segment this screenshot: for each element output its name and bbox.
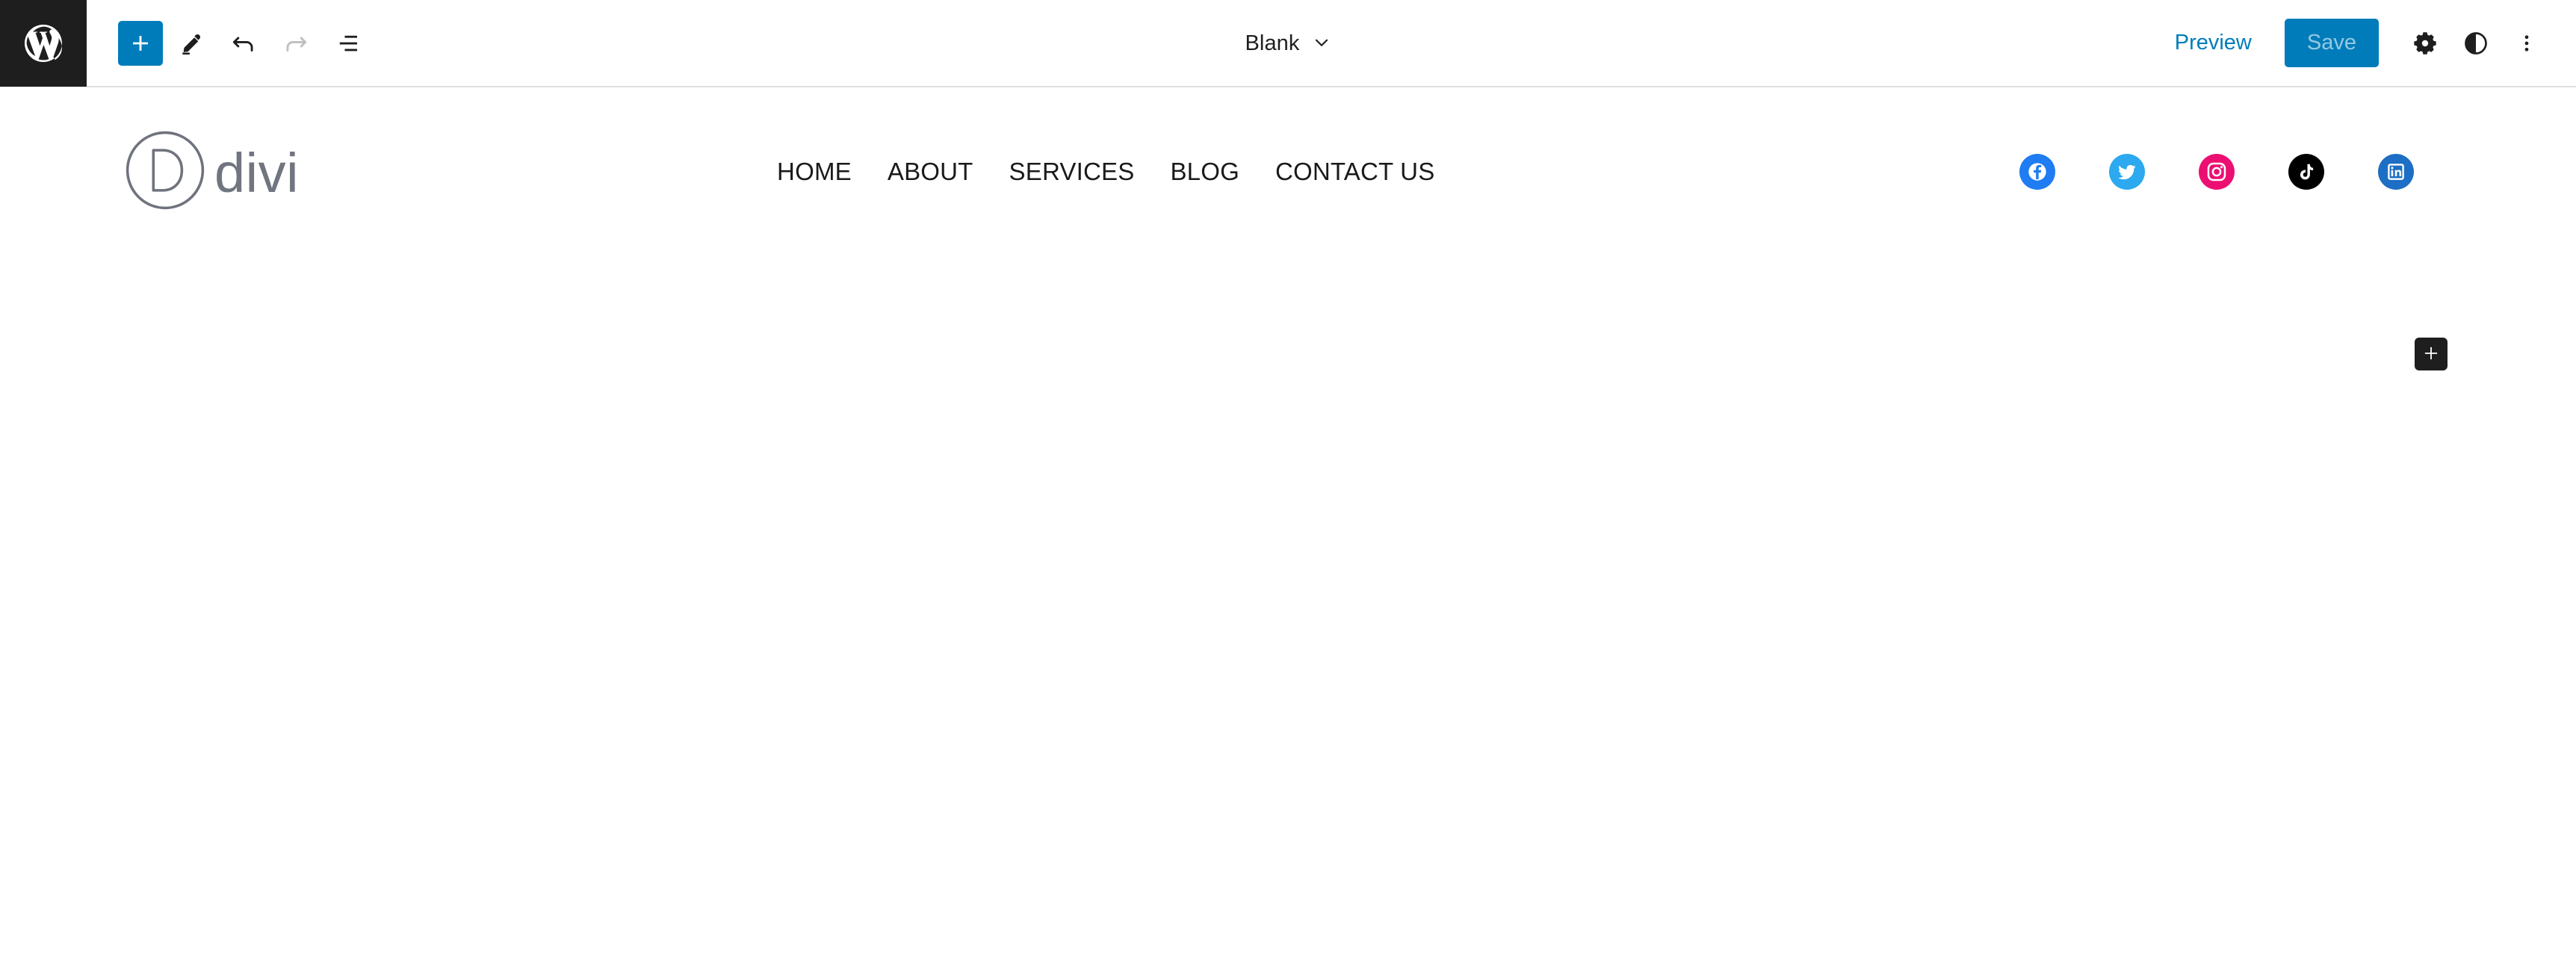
options-menu-button[interactable] — [2503, 19, 2551, 67]
document-title-text: Blank — [1245, 31, 1300, 55]
redo-button[interactable] — [272, 19, 320, 67]
social-link-twitter[interactable] — [2109, 154, 2145, 190]
kebab-menu-icon — [2515, 32, 2538, 55]
social-link-facebook[interactable] — [2019, 154, 2055, 190]
nav-item-about[interactable]: ABOUT — [870, 158, 991, 186]
pencil-icon — [178, 30, 205, 57]
editor-top-bar: Blank Preview Save — [0, 0, 2576, 87]
tools-edit-button[interactable] — [167, 19, 215, 67]
divi-circle-d-icon — [123, 128, 207, 216]
list-view-icon — [335, 30, 362, 57]
editor-canvas: divi HOME ABOUT SERVICES BLOG CONTACT US — [0, 87, 2576, 962]
undo-icon — [229, 29, 258, 58]
site-logo[interactable]: divi — [123, 128, 299, 216]
redo-icon — [282, 29, 310, 58]
wordpress-logo-button[interactable] — [0, 0, 87, 87]
block-inserter-button[interactable] — [118, 20, 163, 66]
instagram-icon — [2205, 161, 2228, 183]
editor-primary-tools — [87, 19, 372, 67]
social-link-tiktok[interactable] — [2288, 154, 2324, 190]
document-title-button[interactable]: Blank — [1231, 22, 1344, 65]
social-link-linkedin[interactable] — [2378, 154, 2414, 190]
settings-button[interactable] — [2401, 19, 2449, 67]
document-overview-button[interactable] — [324, 19, 372, 67]
preview-button[interactable]: Preview — [2155, 20, 2271, 66]
plus-icon — [128, 31, 153, 56]
undo-button[interactable] — [220, 19, 267, 67]
facebook-icon — [2025, 159, 2050, 184]
editor-secondary-tools: Preview Save — [2155, 19, 2576, 67]
nav-item-contact-us[interactable]: CONTACT US — [1257, 158, 1452, 186]
contrast-circle-icon — [2462, 30, 2489, 57]
add-block-button[interactable] — [2415, 338, 2447, 370]
styles-button[interactable] — [2452, 19, 2500, 67]
nav-item-home[interactable]: HOME — [777, 158, 870, 186]
linkedin-icon — [2385, 161, 2407, 183]
site-logo-text: divi — [214, 142, 300, 204]
chevron-down-icon — [1312, 33, 1331, 55]
twitter-icon — [2116, 161, 2138, 183]
wordpress-icon — [21, 21, 66, 66]
social-link-instagram[interactable] — [2199, 154, 2235, 190]
site-header: divi HOME ABOUT SERVICES BLOG CONTACT US — [0, 123, 2576, 220]
tiktok-icon — [2296, 161, 2317, 182]
nav-item-services[interactable]: SERVICES — [991, 158, 1153, 186]
site-navigation: HOME ABOUT SERVICES BLOG CONTACT US — [777, 158, 1452, 186]
plus-icon — [2421, 344, 2441, 365]
nav-item-blog[interactable]: BLOG — [1152, 158, 1257, 186]
social-links — [2019, 154, 2453, 190]
save-button[interactable]: Save — [2284, 19, 2379, 67]
gear-icon — [2412, 30, 2439, 57]
